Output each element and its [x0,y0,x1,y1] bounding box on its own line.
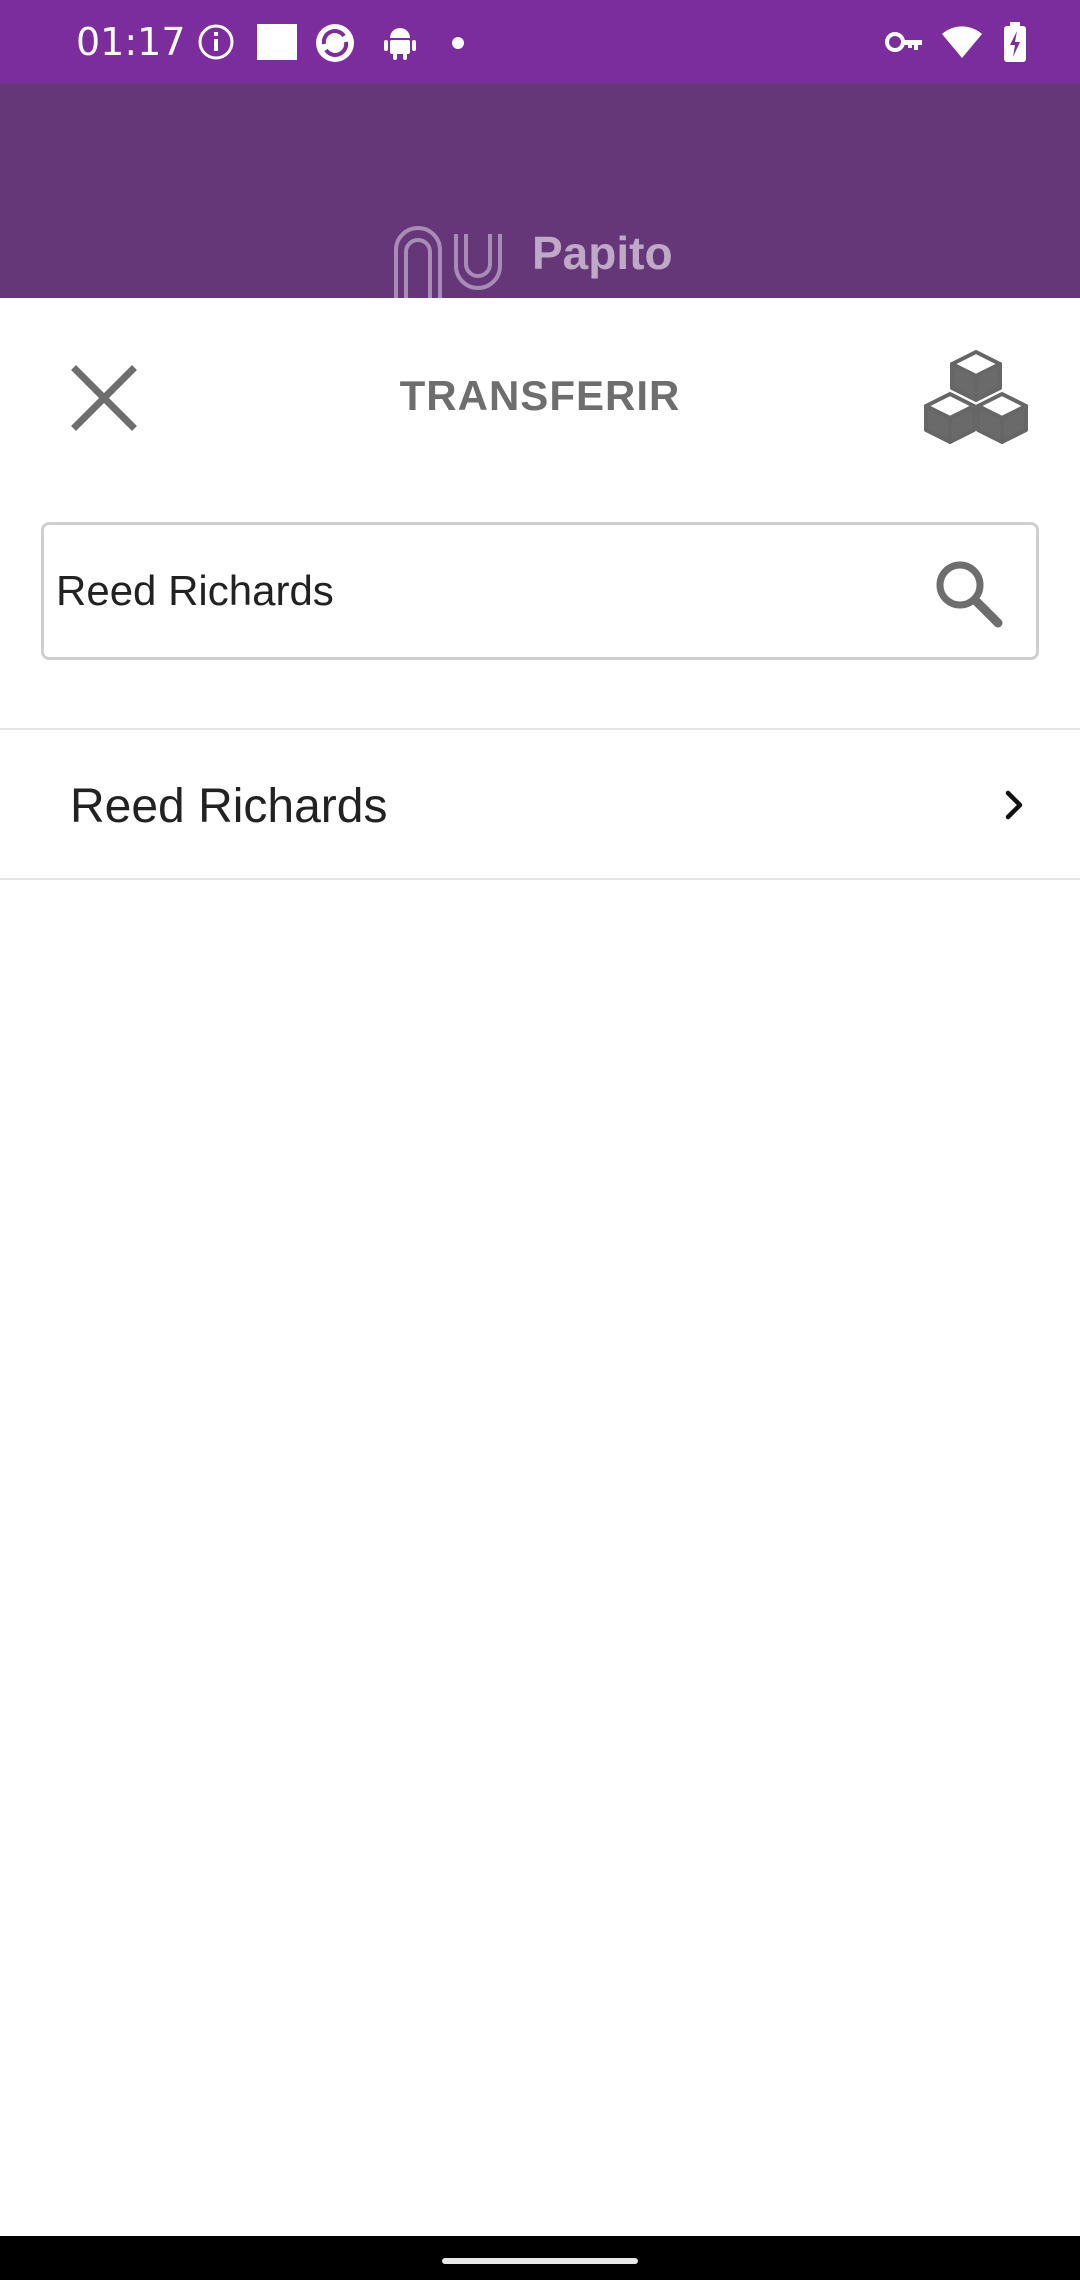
sync-app-icon [316,24,354,62]
home-gesture-handle[interactable] [442,2258,638,2264]
search-input[interactable] [56,555,916,627]
app-header: Papito [0,84,1080,298]
info-icon [198,24,234,60]
battery-charging-icon [1004,22,1026,62]
search-icon[interactable] [932,557,1004,629]
navigation-bar [0,2236,1080,2280]
wifi-icon [942,26,982,58]
status-bar: 01:17 [0,0,1080,84]
transfer-sheet: TRANSFERIR Reed Richards [0,298,1080,2236]
nu-logo-icon [394,226,502,298]
brand-name: Papito [532,227,673,279]
dot-icon [452,37,464,49]
vpn-key-icon [885,32,922,52]
page-title: TRANSFERIR [399,372,681,419]
status-time: 01:17 [76,20,186,64]
chevron-right-icon [1005,790,1023,820]
status-right-icons [884,22,1044,62]
divider [0,878,1080,880]
android-icon [384,28,416,60]
divider [0,728,1080,730]
square-notification-icon [257,24,297,60]
list-item[interactable]: Reed Richards [0,731,1080,879]
list-item-label: Reed Richards [70,780,388,833]
search-box [41,522,1039,660]
cubes-icon[interactable] [924,350,1028,446]
